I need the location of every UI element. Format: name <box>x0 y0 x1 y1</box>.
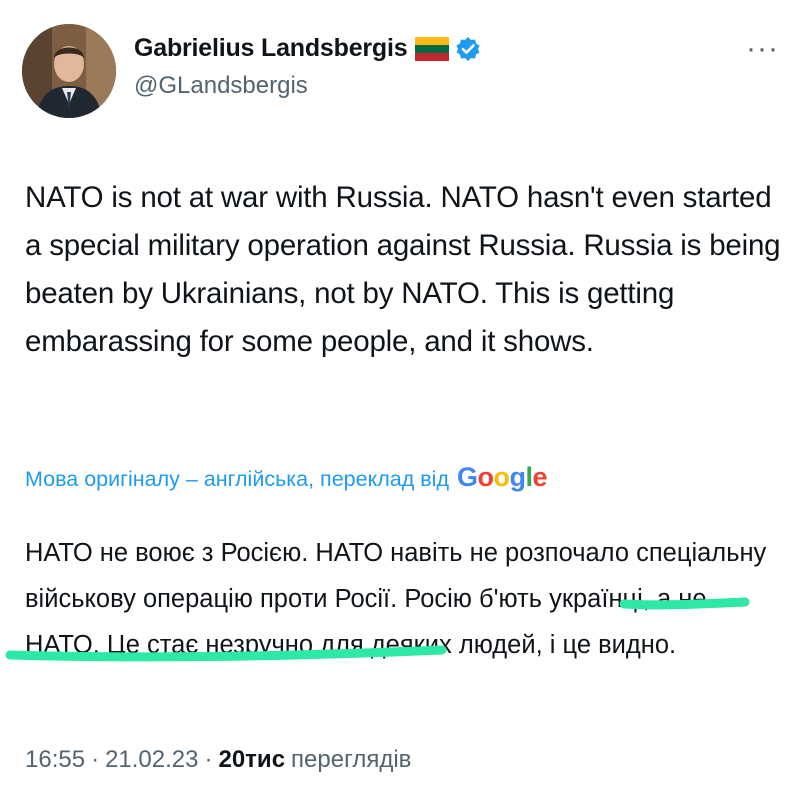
translation-attribution[interactable]: Мова оригіналу – англійська, переклад ві… <box>25 462 548 493</box>
author-name-row: Gabrielius Landsbergis <box>134 34 481 63</box>
meta-separator: · <box>91 746 100 773</box>
views-count[interactable]: 20тис <box>218 746 285 774</box>
translation-label: Мова оригіналу – англійська, переклад ві… <box>25 467 449 491</box>
highlighter-marks <box>5 597 750 662</box>
tweet-text: NATO is not at war with Russia. NATO has… <box>25 181 781 358</box>
author-name[interactable]: Gabrielius Landsbergis <box>134 34 408 63</box>
more-options-icon[interactable]: ··· <box>746 32 779 66</box>
views-label: переглядів <box>291 746 412 773</box>
tweet-date[interactable]: 21.02.23 <box>105 746 198 774</box>
lithuania-flag-icon <box>415 36 450 61</box>
google-logo: Google <box>457 462 548 492</box>
author-handle[interactable]: @GLandsbergis <box>134 72 308 100</box>
tweet-meta: 16:55 · 21.02.23 · 20тис переглядів <box>25 746 411 774</box>
avatar-photo <box>22 24 116 118</box>
translated-text: НАТО не воює з Росією. НАТО навіть не ро… <box>25 539 767 659</box>
meta-separator: · <box>204 746 213 773</box>
tweet-time[interactable]: 16:55 <box>25 746 85 774</box>
verified-badge-icon <box>455 36 481 62</box>
avatar[interactable] <box>22 24 116 118</box>
